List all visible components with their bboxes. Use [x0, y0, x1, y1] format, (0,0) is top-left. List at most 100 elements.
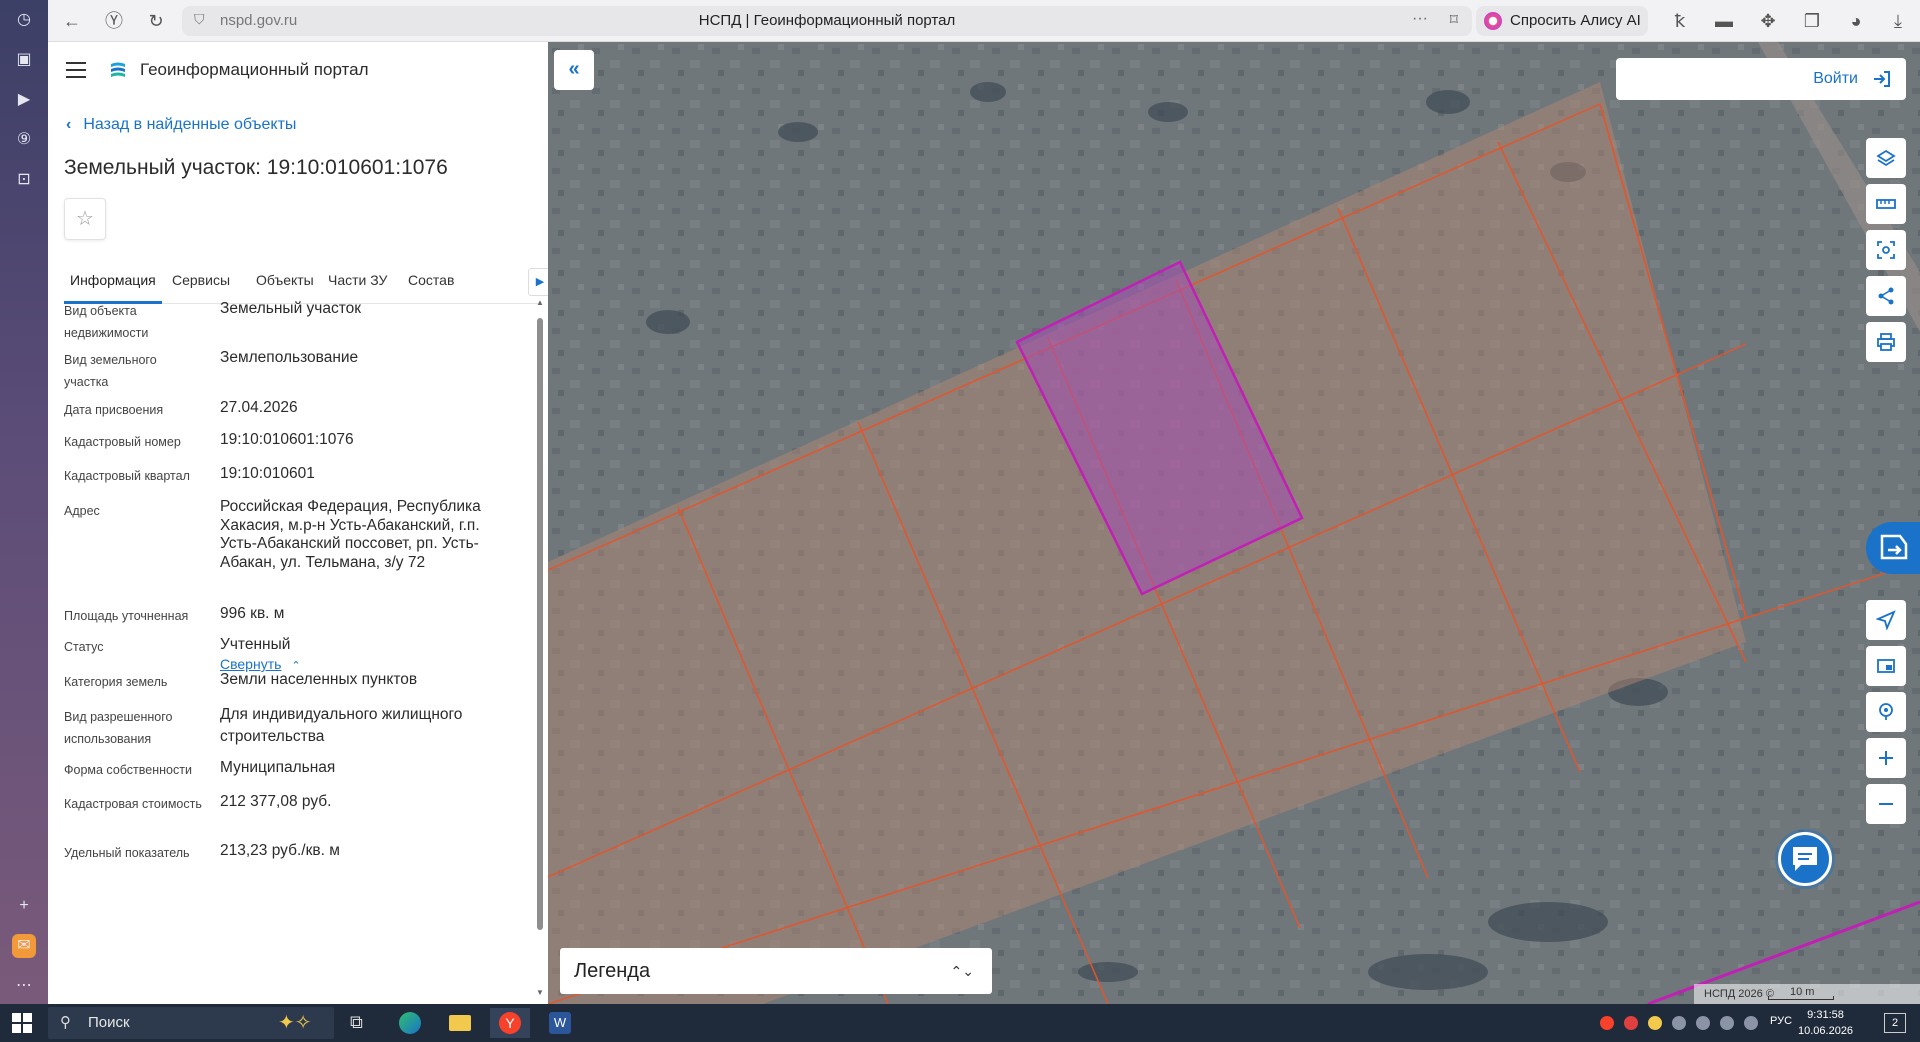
scroll-thumb[interactable] — [537, 318, 543, 930]
double-chevron-left-icon: « — [568, 58, 580, 80]
assistant-icon — [1880, 534, 1908, 560]
menu-icon[interactable] — [66, 62, 86, 78]
favorite-star-button[interactable]: ☆ — [64, 198, 106, 240]
row-value: 996 кв. м — [220, 605, 285, 622]
language-indicator[interactable]: РУС — [1770, 1015, 1792, 1027]
edge-icon[interactable] — [390, 1008, 430, 1038]
notifications-button[interactable]: 2 — [1884, 1013, 1906, 1033]
row-value: Земельный участок — [220, 300, 362, 317]
extension-shield-icon[interactable]: ▬ — [1712, 9, 1736, 33]
tab-services[interactable]: Сервисы — [172, 272, 230, 288]
row-value: Муниципальная — [220, 759, 336, 776]
object-title: Земельный участок: 19:10:010601:1076 — [64, 156, 448, 179]
row-value: Землепользование — [220, 349, 359, 366]
chat-button[interactable] — [1778, 832, 1832, 886]
row-label: Адрес — [64, 504, 100, 518]
map-view[interactable]: « Войти Легенда ⌃⌄ НСПД 2026 © 10 m — [548, 42, 1920, 1004]
area-select-button[interactable] — [1866, 230, 1906, 270]
row-label: Площадь уточненная — [64, 609, 189, 623]
collections-icon[interactable]: ▣ — [12, 48, 36, 72]
sparkle-icon: ✦✧ — [278, 1012, 312, 1034]
row-label: Кадастровая стоимость — [64, 797, 202, 811]
layers-icon — [1876, 149, 1896, 167]
video-icon[interactable]: ▶ — [12, 88, 36, 112]
profile-icon[interactable]: ◕ — [1844, 9, 1868, 33]
scroll-down-icon[interactable]: ▼ — [536, 988, 544, 997]
row-value: 19:10:010601 — [220, 465, 315, 482]
windows-start-icon[interactable] — [12, 1013, 32, 1033]
row-label: Дата присвоения — [64, 403, 164, 417]
volume-tray-icon[interactable] — [1744, 1016, 1758, 1030]
panel-scrollbar[interactable]: ▲ ▼ — [536, 298, 544, 998]
taskbar-search[interactable]: ⚲ Поиск ✦✧ — [48, 1007, 334, 1039]
bookmark-icon[interactable]: ⌑ — [1450, 10, 1458, 30]
back-to-results-link[interactable]: ‹ Назад в найденные объекты — [66, 116, 296, 134]
screenshot-icon[interactable]: ⊡ — [12, 168, 36, 192]
mail-icon[interactable]: ✉ — [12, 934, 36, 958]
row-value: 19:10:010601:1076 — [220, 431, 354, 448]
print-button[interactable] — [1866, 322, 1906, 362]
downloads-icon[interactable]: ⤓ — [1886, 9, 1910, 33]
row-label: Вид разрешенного использования — [64, 710, 173, 746]
measure-button[interactable] — [1866, 184, 1906, 224]
login-button[interactable]: Войти — [1616, 58, 1906, 100]
zoom-out-button[interactable] — [1866, 784, 1906, 824]
yandex-browser-icon[interactable]: Y — [490, 1008, 530, 1038]
chevron-updown-icon: ⌃⌄ — [950, 963, 974, 979]
row-value: 212 377,08 руб. — [220, 793, 332, 810]
more-dots-icon[interactable]: ··· — [1412, 10, 1428, 28]
scroll-up-icon[interactable]: ▲ — [536, 298, 544, 307]
tab-information[interactable]: Информация — [70, 272, 156, 288]
reload-icon[interactable]: ↻ — [144, 9, 168, 33]
tab-counter-icon[interactable]: ⑨ — [12, 128, 36, 152]
file-explorer-icon[interactable] — [440, 1008, 480, 1038]
layers-button[interactable] — [1866, 138, 1906, 178]
tab-objects[interactable]: Объекты — [256, 272, 314, 288]
row-label: Вид объекта недвижимости — [64, 304, 149, 340]
row-value: 27.04.2026 — [220, 399, 298, 416]
antivirus-tray-icon[interactable] — [1624, 1016, 1638, 1030]
share-icon — [1878, 287, 1894, 305]
address-bar[interactable]: ⛉ nspd.gov.ru НСПД | Геоинформационный п… — [182, 6, 1472, 36]
history-icon[interactable]: ◷ — [12, 8, 36, 32]
word-icon[interactable]: W — [540, 1008, 580, 1038]
ask-alisa-button[interactable]: Спросить Алису AI — [1476, 6, 1648, 36]
monitor-tray-icon[interactable] — [1696, 1016, 1710, 1030]
legend-dropdown[interactable]: Легенда ⌃⌄ — [560, 948, 992, 994]
address-value: Российская Федерация, Республика Хакасия… — [220, 498, 481, 571]
task-view-icon[interactable]: ⧉ — [340, 1008, 380, 1038]
satellite-map[interactable] — [548, 42, 1920, 1004]
extension-k-icon[interactable]: ꝁ — [1668, 9, 1692, 33]
row-label: Вид земельного участка — [64, 353, 157, 389]
yandex-tray-icon[interactable] — [1600, 1016, 1614, 1030]
object-info-panel: Геоинформационный портал ‹ Назад в найден… — [48, 42, 552, 1004]
clock[interactable]: 9:31:58 10.06.2026 — [1798, 1007, 1853, 1039]
row-value: Учтенный — [220, 636, 291, 653]
share-button[interactable] — [1866, 276, 1906, 316]
tab-parcel-parts[interactable]: Части ЗУ — [328, 272, 387, 288]
assistant-button[interactable] — [1866, 522, 1920, 574]
back-icon[interactable]: ← — [60, 9, 84, 33]
search-location-button[interactable] — [1866, 692, 1906, 732]
yandex-icon[interactable]: Ⓨ — [102, 9, 126, 33]
minimap-button[interactable] — [1866, 646, 1906, 686]
add-panel-icon[interactable]: + — [12, 894, 36, 918]
geolocation-button[interactable] — [1866, 600, 1906, 640]
more-icon[interactable]: ⋯ — [12, 974, 36, 998]
collapse-panel-button[interactable]: « — [554, 50, 594, 90]
portal-name: Геоинформационный портал — [140, 60, 369, 79]
row-label: Кадастровый номер — [64, 435, 181, 449]
security-tray-icon[interactable] — [1648, 1016, 1662, 1030]
browser-toolbar: ← Ⓨ ↻ ⛉ nspd.gov.ru НСПД | Геоинформацио… — [48, 0, 1920, 42]
tabs-panel-icon[interactable]: ❐ — [1800, 9, 1824, 33]
tab-composition[interactable]: Состав — [408, 272, 454, 288]
location-arrow-icon — [1876, 610, 1896, 630]
page-title: НСПД | Геоинформационный портал — [698, 12, 956, 29]
zoom-in-button[interactable] — [1866, 738, 1906, 778]
wifi-tray-icon[interactable] — [1720, 1016, 1734, 1030]
extensions-icon[interactable]: ✥ — [1756, 9, 1780, 33]
network-off-tray-icon[interactable] — [1672, 1016, 1686, 1030]
login-icon — [1874, 71, 1890, 87]
row-value: 213,23 руб./кв. м — [220, 842, 340, 859]
plus-icon — [1879, 751, 1893, 765]
